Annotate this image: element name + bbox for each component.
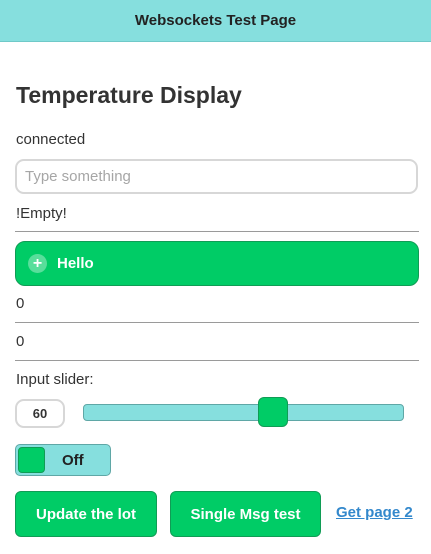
slider-handle[interactable] bbox=[257, 397, 288, 427]
update-the-lot-button[interactable]: Update the lot bbox=[15, 491, 157, 537]
hello-button-label: Hello bbox=[57, 255, 94, 272]
slider-track[interactable] bbox=[83, 404, 404, 421]
value-display-2: 0 bbox=[16, 333, 25, 350]
toggle-label: Off bbox=[62, 451, 84, 469]
single-msg-test-button[interactable]: Single Msg test bbox=[170, 491, 321, 537]
toggle-knob[interactable] bbox=[18, 447, 45, 473]
value-display-1: 0 bbox=[16, 295, 25, 312]
update-button-label: Update the lot bbox=[36, 505, 136, 523]
hello-button[interactable]: + Hello bbox=[15, 241, 419, 286]
toggle-switch[interactable]: Off bbox=[15, 444, 111, 476]
page-title: Temperature Display bbox=[16, 82, 242, 108]
plus-icon: + bbox=[28, 254, 47, 273]
get-page-2-link[interactable]: Get page 2 bbox=[336, 504, 413, 521]
slider-label: Input slider: bbox=[16, 371, 94, 388]
page-header: Websockets Test Page bbox=[0, 0, 431, 42]
divider bbox=[15, 360, 419, 361]
slider-value-input[interactable]: 60 bbox=[15, 399, 65, 428]
message-input[interactable] bbox=[15, 159, 418, 194]
connection-status: connected bbox=[16, 131, 86, 148]
divider bbox=[15, 231, 419, 232]
page-header-title: Websockets Test Page bbox=[134, 12, 297, 29]
divider bbox=[15, 322, 419, 323]
echo-text: !Empty! bbox=[16, 205, 67, 222]
single-msg-button-label: Single Msg test bbox=[190, 505, 301, 523]
